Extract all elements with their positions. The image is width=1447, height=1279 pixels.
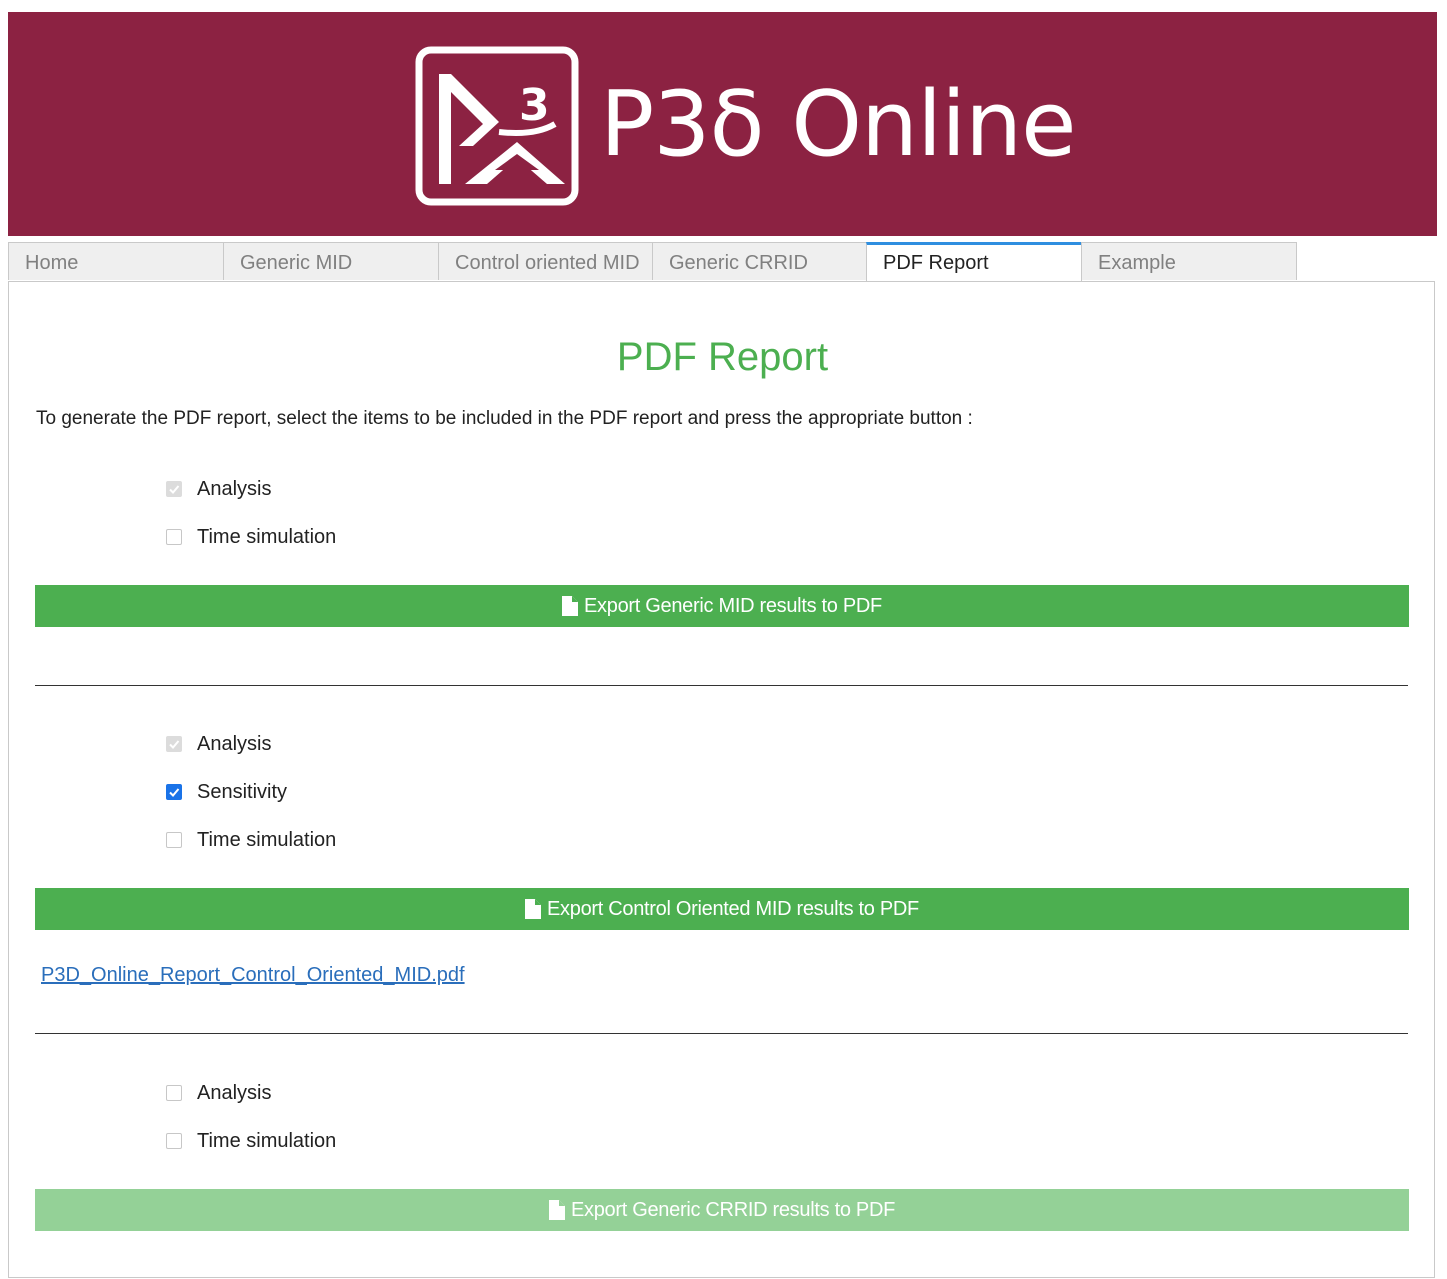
checkbox-label: Time simulation — [197, 525, 337, 548]
page-title: PDF Report — [616, 335, 829, 379]
section-divider — [35, 685, 1408, 686]
checkbox-box[interactable] — [166, 1133, 182, 1149]
tab-home[interactable]: Home — [8, 242, 224, 280]
checkbox-box[interactable] — [166, 736, 182, 752]
section-divider — [35, 1033, 1408, 1034]
checkbox-label: Time simulation — [197, 828, 337, 851]
generic-crrid-time-simulation-checkbox[interactable]: Time simulation — [166, 1128, 336, 1154]
export-generic-crrid-button[interactable]: Export Generic CRRID results to PDF — [35, 1189, 1409, 1231]
checkbox-label: Time simulation — [197, 1129, 337, 1152]
export-control-oriented-mid-button[interactable]: Export Control Oriented MID results to P… — [35, 888, 1409, 930]
export-generic-mid-label: Export Generic MID results to PDF — [584, 594, 882, 617]
generic-mid-analysis-checkbox[interactable]: Analysis — [166, 476, 271, 502]
checkbox-box[interactable] — [166, 832, 182, 848]
file-icon — [562, 596, 579, 616]
intro-text: To generate the PDF report, select the i… — [36, 408, 973, 429]
control-mid-analysis-checkbox[interactable]: Analysis — [166, 731, 271, 757]
checkbox-box[interactable] — [166, 1085, 182, 1101]
check-icon — [169, 740, 180, 749]
tab-pdf-report[interactable]: PDF Report — [866, 242, 1082, 282]
control-mid-time-simulation-checkbox[interactable]: Time simulation — [166, 827, 336, 853]
check-icon — [169, 485, 180, 494]
checkbox-label: Sensitivity — [197, 780, 288, 803]
tab-control-oriented-mid[interactable]: Control oriented MID — [438, 242, 653, 280]
checkbox-box[interactable] — [166, 784, 182, 800]
checkbox-label: Analysis — [197, 477, 272, 500]
checkbox-box[interactable] — [166, 529, 182, 545]
check-icon — [169, 788, 180, 797]
file-icon — [525, 899, 541, 919]
control-mid-sensitivity-checkbox[interactable]: Sensitivity — [166, 779, 287, 805]
export-generic-crrid-label: Export Generic CRRID results to PDF — [570, 1198, 896, 1221]
checkbox-box[interactable] — [166, 481, 182, 497]
generic-crrid-analysis-checkbox[interactable]: Analysis — [166, 1080, 271, 1106]
file-icon — [548, 1200, 565, 1220]
tab-example[interactable]: Example — [1081, 242, 1297, 280]
checkbox-label: Analysis — [197, 732, 272, 755]
p3d-logo-icon: 3 — [415, 46, 579, 206]
pdf-report-panel: PDF Report To generate the PDF report, s… — [8, 281, 1435, 1278]
header-banner: 3 P3δ Online — [8, 12, 1437, 236]
logo-text: P3δ Online — [600, 72, 1077, 177]
export-control-oriented-mid-label: Export Control Oriented MID results to P… — [547, 897, 919, 920]
svg-text:3: 3 — [519, 80, 550, 131]
export-generic-mid-button[interactable]: Export Generic MID results to PDF — [35, 585, 1409, 627]
tab-generic-mid[interactable]: Generic MID — [223, 242, 439, 280]
checkbox-label: Analysis — [197, 1081, 272, 1104]
tab-generic-crrid[interactable]: Generic CRRID — [652, 242, 867, 280]
control-oriented-mid-pdf-link[interactable]: P3D_Online_Report_Control_Oriented_MID.p… — [41, 964, 465, 987]
generic-mid-time-simulation-checkbox[interactable]: Time simulation — [166, 524, 336, 550]
